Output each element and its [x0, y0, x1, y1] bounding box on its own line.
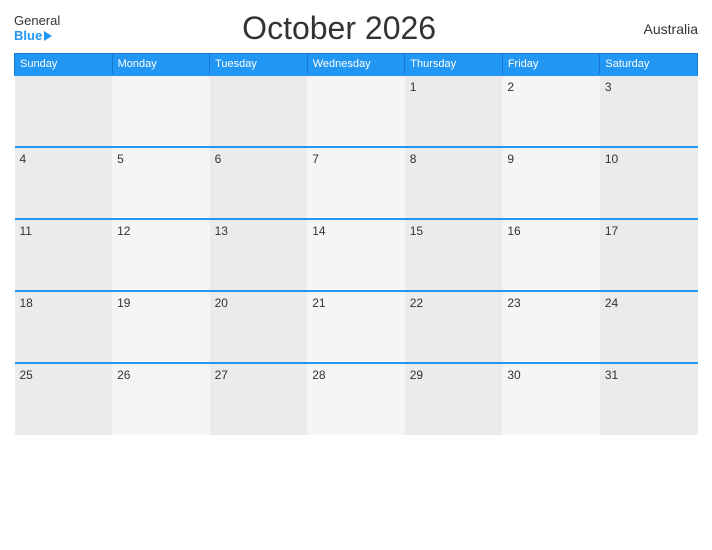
- day-cell-21: 21: [307, 291, 405, 363]
- day-cell-16: 16: [502, 219, 600, 291]
- day-number-1: 1: [410, 80, 417, 94]
- day-number-13: 13: [215, 224, 228, 238]
- day-number-5: 5: [117, 152, 124, 166]
- day-cell-30: 30: [502, 363, 600, 435]
- day-cell-18: 18: [15, 291, 113, 363]
- day-number-2: 2: [507, 80, 514, 94]
- day-number-17: 17: [605, 224, 618, 238]
- logo-general-text: General: [14, 14, 60, 28]
- day-number-12: 12: [117, 224, 130, 238]
- day-number-14: 14: [312, 224, 325, 238]
- day-number-26: 26: [117, 368, 130, 382]
- day-cell-11: 11: [15, 219, 113, 291]
- day-number-31: 31: [605, 368, 618, 382]
- week-row-5: 25 26 27 28 29 30 31: [15, 363, 698, 435]
- weekday-header-row: Sunday Monday Tuesday Wednesday Thursday…: [15, 54, 698, 76]
- day-cell-31: 31: [600, 363, 698, 435]
- day-cell-2: 2: [502, 75, 600, 147]
- header-monday: Monday: [112, 54, 210, 76]
- calendar-container: General Blue October 2026 Australia Sund…: [0, 0, 712, 550]
- empty-cell: [112, 75, 210, 147]
- week-row-3: 11 12 13 14 15 16 17: [15, 219, 698, 291]
- day-number-28: 28: [312, 368, 325, 382]
- day-cell-17: 17: [600, 219, 698, 291]
- header-friday: Friday: [502, 54, 600, 76]
- day-number-24: 24: [605, 296, 618, 310]
- day-number-16: 16: [507, 224, 520, 238]
- country-label: Australia: [618, 21, 698, 37]
- day-cell-10: 10: [600, 147, 698, 219]
- day-cell-23: 23: [502, 291, 600, 363]
- day-number-18: 18: [20, 296, 33, 310]
- day-cell-14: 14: [307, 219, 405, 291]
- day-number-15: 15: [410, 224, 423, 238]
- day-number-3: 3: [605, 80, 612, 94]
- day-cell-29: 29: [405, 363, 503, 435]
- day-number-27: 27: [215, 368, 228, 382]
- logo-triangle-icon: [44, 31, 52, 41]
- day-number-7: 7: [312, 152, 319, 166]
- day-cell-27: 27: [210, 363, 308, 435]
- day-cell-19: 19: [112, 291, 210, 363]
- day-cell-28: 28: [307, 363, 405, 435]
- day-cell-12: 12: [112, 219, 210, 291]
- day-cell-9: 9: [502, 147, 600, 219]
- calendar-header: General Blue October 2026 Australia: [14, 10, 698, 47]
- day-number-25: 25: [20, 368, 33, 382]
- day-number-8: 8: [410, 152, 417, 166]
- day-number-30: 30: [507, 368, 520, 382]
- empty-cell: [210, 75, 308, 147]
- day-cell-20: 20: [210, 291, 308, 363]
- day-cell-24: 24: [600, 291, 698, 363]
- day-cell-3: 3: [600, 75, 698, 147]
- day-cell-26: 26: [112, 363, 210, 435]
- day-number-22: 22: [410, 296, 423, 310]
- calendar-table: Sunday Monday Tuesday Wednesday Thursday…: [14, 53, 698, 435]
- header-tuesday: Tuesday: [210, 54, 308, 76]
- day-number-9: 9: [507, 152, 514, 166]
- week-row-2: 4 5 6 7 8 9 10: [15, 147, 698, 219]
- day-number-23: 23: [507, 296, 520, 310]
- day-number-10: 10: [605, 152, 618, 166]
- day-number-19: 19: [117, 296, 130, 310]
- day-cell-22: 22: [405, 291, 503, 363]
- day-number-4: 4: [20, 152, 27, 166]
- header-sunday: Sunday: [15, 54, 113, 76]
- day-number-21: 21: [312, 296, 325, 310]
- header-wednesday: Wednesday: [307, 54, 405, 76]
- week-row-4: 18 19 20 21 22 23 24: [15, 291, 698, 363]
- empty-cell: [15, 75, 113, 147]
- day-cell-25: 25: [15, 363, 113, 435]
- day-cell-6: 6: [210, 147, 308, 219]
- day-number-11: 11: [20, 224, 32, 238]
- day-cell-15: 15: [405, 219, 503, 291]
- day-number-29: 29: [410, 368, 423, 382]
- day-number-6: 6: [215, 152, 222, 166]
- month-title: October 2026: [60, 10, 618, 47]
- header-thursday: Thursday: [405, 54, 503, 76]
- day-cell-13: 13: [210, 219, 308, 291]
- day-cell-7: 7: [307, 147, 405, 219]
- day-cell-8: 8: [405, 147, 503, 219]
- day-cell-4: 4: [15, 147, 113, 219]
- day-cell-1: 1: [405, 75, 503, 147]
- header-saturday: Saturday: [600, 54, 698, 76]
- day-number-20: 20: [215, 296, 228, 310]
- logo: General Blue: [14, 14, 60, 43]
- day-cell-5: 5: [112, 147, 210, 219]
- empty-cell: [307, 75, 405, 147]
- calendar-body: 1234567891011121314151617181920212223242…: [15, 75, 698, 435]
- week-row-1: 1 2 3: [15, 75, 698, 147]
- logo-blue-text: Blue: [14, 29, 52, 43]
